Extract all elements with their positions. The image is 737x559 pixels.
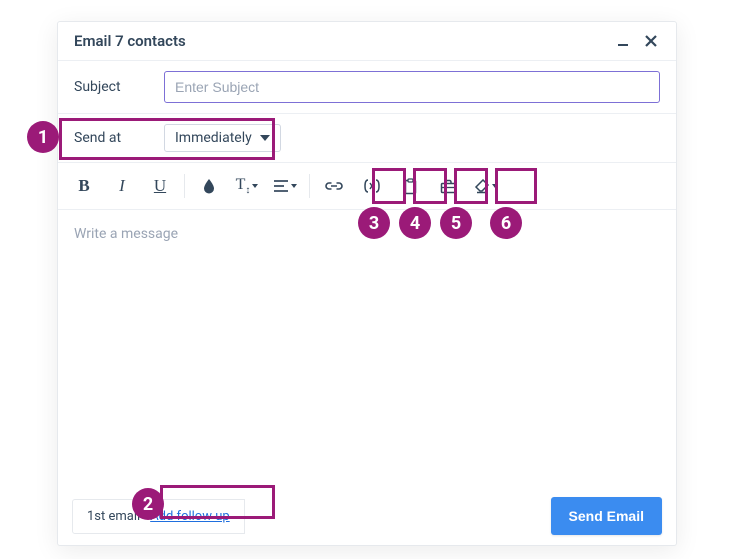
close-button[interactable] <box>642 32 660 50</box>
step-label: 1st email <box>87 509 140 524</box>
align-button[interactable] <box>267 169 303 203</box>
insert-variable-button[interactable] <box>354 169 390 203</box>
caret-down-icon <box>291 184 297 188</box>
close-icon <box>644 34 658 48</box>
callout-badge-1: 1 <box>27 121 59 153</box>
sendat-label: Send at <box>74 130 164 146</box>
insert-template-button[interactable] <box>392 169 428 203</box>
caret-down-icon <box>492 184 498 188</box>
step-pill[interactable]: 1st email Add follow up <box>72 499 245 534</box>
editor-placeholder: Write a message <box>74 226 178 242</box>
modal-title: Email 7 contacts <box>74 32 186 50</box>
insert-attachment-button[interactable] <box>430 169 466 203</box>
variable-icon <box>363 178 381 194</box>
bold-icon: B <box>78 176 89 196</box>
subject-input[interactable] <box>164 71 660 103</box>
color-drop-icon <box>202 178 216 194</box>
clipboard-icon <box>403 178 418 195</box>
minimize-icon <box>616 34 630 48</box>
italic-button[interactable]: I <box>104 169 140 203</box>
modal-titlebar: Email 7 contacts <box>58 22 676 61</box>
text-color-button[interactable] <box>191 169 227 203</box>
link-icon <box>325 179 343 193</box>
align-icon <box>273 179 289 193</box>
sendat-value: Immediately <box>175 130 252 146</box>
editor-toolbar: B I U T↕ <box>58 163 676 210</box>
message-editor[interactable]: Write a message <box>58 210 676 487</box>
italic-icon: I <box>119 176 125 196</box>
sendat-row: Send at Immediately <box>58 114 676 163</box>
toolbar-separator <box>309 174 310 198</box>
compose-email-modal: Email 7 contacts Subject Send at Immedia… <box>57 21 677 546</box>
caret-down-icon <box>260 135 270 141</box>
underline-icon: U <box>154 176 166 196</box>
bold-button[interactable]: B <box>66 169 102 203</box>
underline-button[interactable]: U <box>142 169 178 203</box>
sendat-dropdown[interactable]: Immediately <box>164 124 281 152</box>
briefcase-icon <box>440 179 457 194</box>
minimize-button[interactable] <box>614 32 632 50</box>
caret-down-icon <box>252 184 258 188</box>
erase-icon <box>474 179 490 194</box>
send-email-button[interactable]: Send Email <box>551 497 662 535</box>
subject-row: Subject <box>58 61 676 114</box>
toolbar-separator <box>184 174 185 198</box>
modal-footer: 1st email Add follow up Send Email <box>58 487 676 545</box>
clear-formatting-button[interactable] <box>468 169 504 203</box>
text-size-button[interactable]: T↕ <box>229 169 265 203</box>
textsize-icon: T↕ <box>236 176 251 196</box>
insert-link-button[interactable] <box>316 169 352 203</box>
add-followup-link[interactable]: Add follow up <box>150 509 230 524</box>
subject-label: Subject <box>74 79 164 95</box>
